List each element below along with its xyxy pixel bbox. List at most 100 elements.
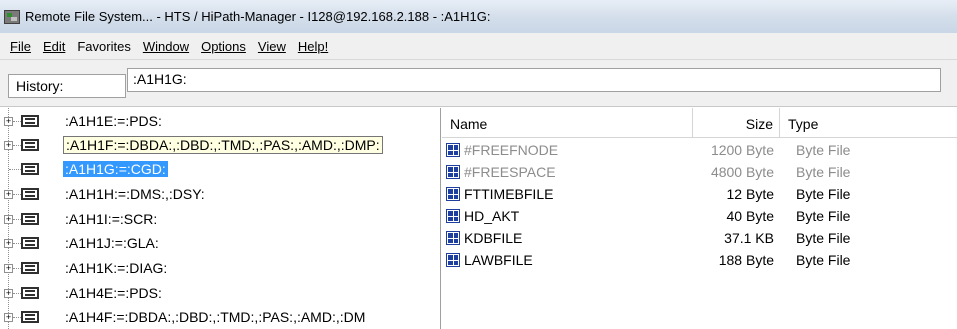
- file-size: 188 Byte: [718, 252, 774, 268]
- plus-expander-icon[interactable]: +: [4, 116, 13, 126]
- tree-branch-line: [13, 267, 21, 269]
- column-header-name[interactable]: Name: [442, 108, 693, 138]
- tree-node[interactable]: + :A1H4E:=:PDS:: [0, 282, 440, 304]
- menu-favorites-label: Favorites: [77, 38, 131, 54]
- file-name: LAWBFILE: [464, 252, 533, 268]
- tree-node-label[interactable]: :A1H1G:=:CGD:: [63, 161, 168, 177]
- byte-file-icon: [446, 253, 460, 267]
- byte-file-icon: [446, 187, 460, 201]
- column-header-size[interactable]: Size: [693, 108, 780, 138]
- menu-edit[interactable]: Edit: [37, 37, 71, 56]
- tree-branch-line: [13, 218, 21, 220]
- file-size: 37.1 KB: [724, 230, 774, 246]
- tree-branch-line: [13, 316, 21, 318]
- menu-window[interactable]: Window: [137, 37, 195, 56]
- tree-node-selected[interactable]: :A1H1G:=:CGD:: [0, 158, 440, 180]
- tree-node[interactable]: + :A1H1E:=:PDS:: [0, 110, 440, 132]
- tree-node-label[interactable]: :A1H4E:=:PDS:: [63, 285, 164, 301]
- tree-branch-line: [9, 168, 21, 170]
- menu-bar: File Edit Favorites Window Options View …: [0, 33, 957, 60]
- menu-options-label: Options: [201, 38, 246, 54]
- file-type: Byte File: [796, 186, 851, 202]
- file-row[interactable]: #FREEFNODE 1200 Byte Byte File: [442, 140, 957, 162]
- tree-branch-line: [13, 193, 21, 195]
- file-row[interactable]: #FREESPACE 4800 Byte Byte File: [442, 162, 957, 184]
- plus-expander-icon[interactable]: +: [4, 288, 13, 298]
- tree-node-label[interactable]: :A1H4F:=:DBDA:,:DBD:,:TMD:,:PAS:,:AMD:,:…: [63, 309, 367, 325]
- file-size: 12 Byte: [726, 186, 774, 202]
- tree-branch-line: [13, 120, 21, 122]
- tree-node[interactable]: + :A1H1K:=:DIAG:: [0, 257, 440, 279]
- menu-options[interactable]: Options: [195, 37, 252, 56]
- folder-icon: [21, 237, 39, 249]
- folder-icon: [21, 115, 39, 127]
- tree-node-label[interactable]: :A1H1E:=:PDS:: [63, 113, 164, 129]
- folder-icon: [21, 262, 39, 274]
- menu-help[interactable]: Help!: [292, 37, 334, 56]
- column-header-type[interactable]: Type: [780, 108, 957, 138]
- file-type: Byte File: [796, 252, 851, 268]
- byte-file-icon: [446, 231, 460, 245]
- file-size: 1200 Byte: [710, 142, 774, 158]
- tree-node[interactable]: + :A1H1H:=:DMS:,:DSY:: [0, 183, 440, 205]
- tree-node[interactable]: + :A1H1F:=:DBDA:,:DBD:,:TMD:,:PAS:,:AMD:…: [0, 134, 440, 156]
- plus-expander-icon[interactable]: +: [4, 189, 13, 199]
- folder-icon: [21, 139, 39, 151]
- history-label: History:: [8, 74, 126, 98]
- menu-help-label: Help!: [297, 38, 329, 54]
- byte-file-icon: [446, 209, 460, 223]
- menu-file-label: File: [10, 38, 31, 54]
- plus-expander-icon[interactable]: +: [4, 214, 13, 224]
- tree-node-label[interactable]: :A1H1F:=:DBDA:,:DBD:,:TMD:,:PAS:,:AMD:,:…: [63, 136, 383, 154]
- file-name: KDBFILE: [464, 230, 523, 246]
- plus-expander-icon[interactable]: +: [4, 312, 13, 322]
- history-bar: History: :A1H1G:: [0, 60, 957, 107]
- tree-node-label[interactable]: :A1H1H:=:DMS:,:DSY:: [63, 186, 207, 202]
- tree-node-label[interactable]: :A1H1I:=:SCR:: [63, 211, 159, 227]
- menu-favorites[interactable]: Favorites: [71, 37, 136, 56]
- menu-edit-label: Edit: [42, 38, 66, 54]
- byte-file-icon: [446, 143, 460, 157]
- title-bar[interactable]: Remote File System... - HTS / HiPath-Man…: [0, 0, 957, 33]
- file-row[interactable]: HD_AKT 40 Byte Byte File: [442, 206, 957, 228]
- byte-file-icon: [446, 165, 460, 179]
- folder-icon: [21, 188, 39, 200]
- menu-view[interactable]: View: [252, 37, 292, 56]
- file-row[interactable]: KDBFILE 37.1 KB Byte File: [442, 228, 957, 250]
- tree-branch-line: [13, 144, 21, 146]
- window-title: Remote File System... - HTS / HiPath-Man…: [25, 9, 491, 24]
- tree-node-label[interactable]: :A1H1J:=:GLA:: [63, 235, 161, 251]
- file-row[interactable]: FTTIMEBFILE 12 Byte Byte File: [442, 184, 957, 206]
- tree-branch-line: [13, 242, 21, 244]
- menu-window-label: Window: [142, 38, 190, 54]
- tree-node-label[interactable]: :A1H1K:=:DIAG:: [63, 260, 169, 276]
- menu-file[interactable]: File: [4, 37, 37, 56]
- directory-tree[interactable]: + :A1H1E:=:PDS: + :A1H1F:=:DBDA:,:DBD:,:…: [0, 108, 441, 329]
- file-name: #FREESPACE: [464, 164, 556, 180]
- file-list[interactable]: Name Size Type #FREEFNODE 1200 Byte Byte…: [442, 108, 957, 329]
- file-name: #FREEFNODE: [464, 142, 559, 158]
- app-icon[interactable]: [4, 9, 20, 24]
- file-row[interactable]: LAWBFILE 188 Byte Byte File: [442, 250, 957, 272]
- tree-node[interactable]: + :A1H4F:=:DBDA:,:DBD:,:TMD:,:PAS:,:AMD:…: [0, 306, 440, 328]
- file-type: Byte File: [796, 208, 851, 224]
- folder-icon: [21, 213, 39, 225]
- folder-icon: [21, 287, 39, 299]
- tree-node[interactable]: + :A1H1J:=:GLA:: [0, 232, 440, 254]
- folder-icon: [21, 163, 39, 175]
- file-type: Byte File: [796, 164, 851, 180]
- file-type: Byte File: [796, 142, 851, 158]
- file-type: Byte File: [796, 230, 851, 246]
- file-size: 40 Byte: [726, 208, 774, 224]
- tree-branch-line: [13, 292, 21, 294]
- menu-view-label: View: [257, 38, 286, 54]
- history-input[interactable]: :A1H1G:: [127, 68, 941, 92]
- plus-expander-icon[interactable]: +: [4, 263, 13, 273]
- list-header: Name Size Type: [442, 108, 957, 138]
- plus-expander-icon[interactable]: +: [4, 140, 13, 150]
- file-size: 4800 Byte: [710, 164, 774, 180]
- file-name: FTTIMEBFILE: [464, 186, 554, 202]
- plus-expander-icon[interactable]: +: [4, 238, 13, 248]
- folder-icon: [21, 311, 39, 323]
- tree-node[interactable]: + :A1H1I:=:SCR:: [0, 208, 440, 230]
